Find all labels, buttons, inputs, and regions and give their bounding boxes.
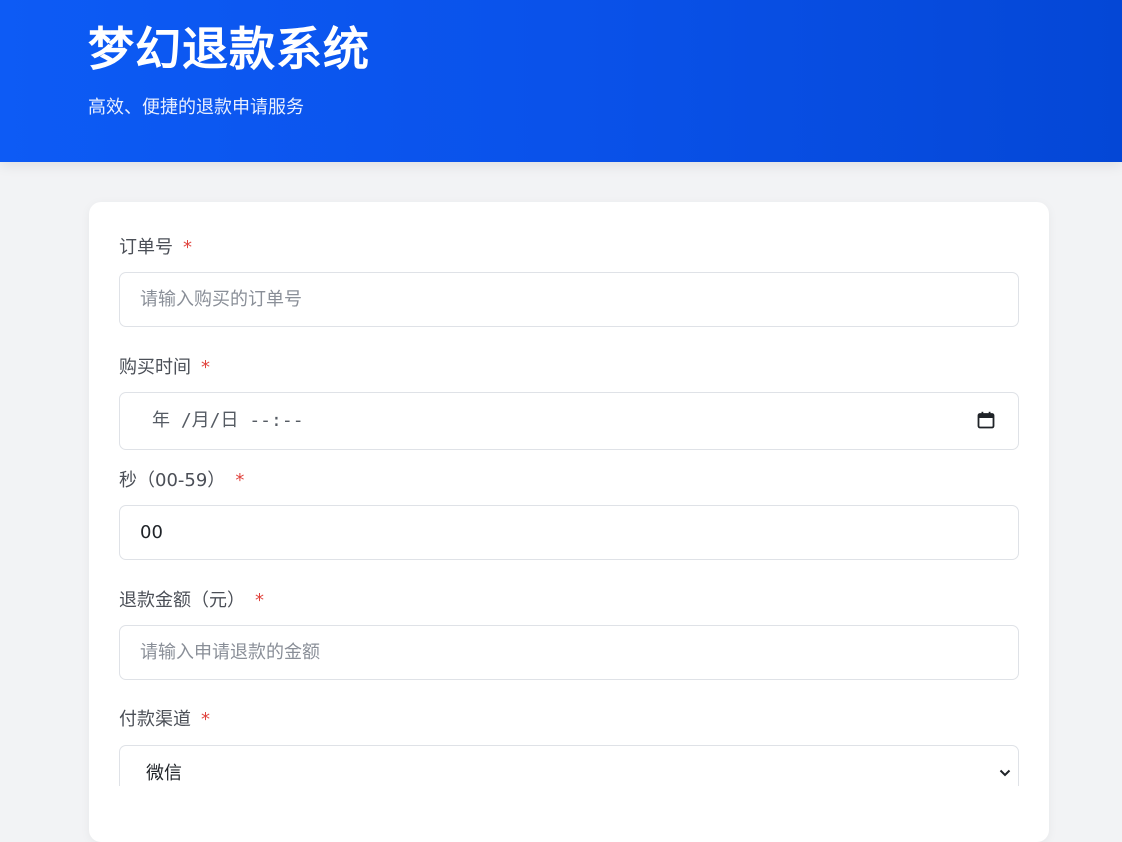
page-title: 梦幻退款系统	[88, 22, 370, 76]
order-number-label: 订单号 *	[119, 237, 192, 258]
page-header: 梦幻退款系统 高效、便捷的退款申请服务	[0, 0, 1122, 162]
payment-channel-select[interactable]: 微信	[119, 745, 1019, 786]
required-mark: *	[183, 237, 192, 258]
calendar-icon[interactable]	[977, 411, 995, 429]
order-number-input[interactable]: 请输入购买的订单号	[119, 272, 1019, 327]
seconds-label: 秒（00-59） *	[119, 470, 245, 491]
page-subtitle: 高效、便捷的退款申请服务	[88, 97, 304, 118]
required-mark: *	[235, 470, 245, 491]
payment-channel-label: 付款渠道 *	[119, 709, 210, 730]
required-mark: *	[255, 590, 264, 611]
required-mark: *	[201, 357, 210, 378]
refund-amount-label: 退款金额（元） *	[119, 590, 264, 611]
required-mark: *	[201, 709, 210, 730]
purchase-time-label: 购买时间 *	[119, 357, 210, 378]
purchase-time-input[interactable]: 年 /月/日 --:--	[119, 392, 1019, 450]
chevron-down-icon	[999, 769, 1011, 777]
refund-amount-input[interactable]: 请输入申请退款的金额	[119, 625, 1019, 680]
seconds-input[interactable]: 00	[119, 505, 1019, 560]
